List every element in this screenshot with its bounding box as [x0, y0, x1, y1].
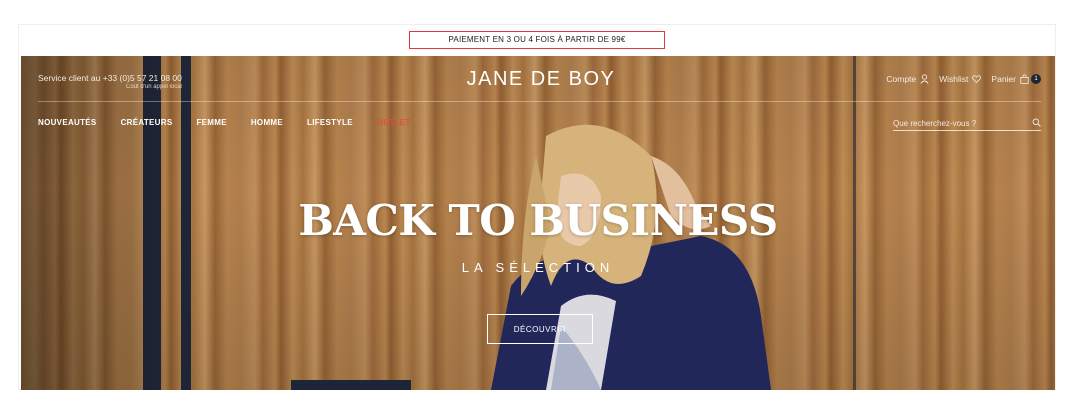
hero-title: BACK TO BUSINESS: [298, 196, 778, 245]
search-icon[interactable]: [1032, 114, 1041, 132]
hero-banner: Service client au +33 (0)5 57 21 08 00 C…: [21, 56, 1055, 390]
service-phone[interactable]: Service client au +33 (0)5 57 21 08 00: [38, 73, 182, 83]
hero-subtitle: LA SÉLECTION: [461, 260, 615, 275]
cart-label: Panier: [991, 74, 1016, 84]
service-info: Service client au +33 (0)5 57 21 08 00 C…: [38, 73, 182, 90]
promo-banner[interactable]: PAIEMENT EN 3 OU 4 FOIS À PARTIR DE 99€: [409, 31, 665, 49]
nav-item-homme[interactable]: HOMME: [251, 118, 283, 127]
service-note: Coût d'un appel local: [126, 84, 182, 90]
nav-item-createurs[interactable]: CRÉATEURS: [121, 118, 173, 127]
account-label: Compte: [886, 74, 917, 84]
search-input[interactable]: [893, 118, 1013, 128]
wishlist-link[interactable]: Wishlist: [939, 74, 982, 84]
site-logo[interactable]: JANE DE BOY: [461, 68, 621, 91]
nav-item-outlet[interactable]: OUTLET: [377, 118, 411, 127]
header-divider: [38, 101, 1041, 102]
cart-link[interactable]: Panier 1: [991, 74, 1041, 84]
user-icon: [920, 74, 929, 84]
heart-icon: [972, 75, 982, 83]
cart-count-badge: 1: [1031, 74, 1041, 84]
search-bar: [893, 116, 1041, 131]
nav-item-femme[interactable]: FEMME: [196, 118, 226, 127]
promo-bar: PAIEMENT EN 3 OU 4 FOIS À PARTIR DE 99€: [19, 25, 1055, 55]
header-actions: Compte Wishlist Panier 1: [886, 74, 1041, 84]
page-frame: PAIEMENT EN 3 OU 4 FOIS À PARTIR DE 99€ …: [18, 24, 1056, 390]
nav-item-nouveautes[interactable]: NOUVEAUTÉS: [38, 118, 97, 127]
discover-button[interactable]: DÉCOUVRIR: [487, 314, 593, 344]
nav-item-lifestyle[interactable]: LIFESTYLE: [307, 118, 353, 127]
dark-strip: [291, 380, 411, 390]
account-link[interactable]: Compte: [886, 74, 929, 84]
wishlist-label: Wishlist: [939, 74, 969, 84]
bag-icon: [1020, 74, 1029, 84]
main-nav: NOUVEAUTÉS CRÉATEURS FEMME HOMME LIFESTY…: [38, 118, 411, 127]
